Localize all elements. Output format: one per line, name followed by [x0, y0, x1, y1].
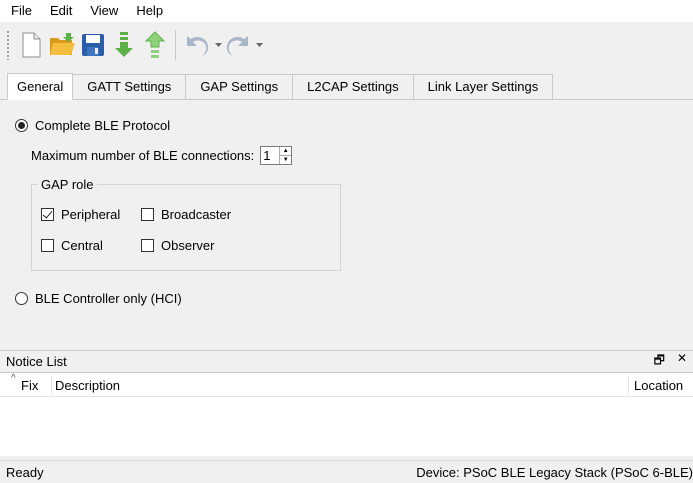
tab-gap-settings[interactable]: GAP Settings [185, 74, 294, 99]
menu-bar: File Edit View Help [0, 0, 693, 22]
status-bar: Ready Device: PSoC BLE Legacy Stack (PSo… [0, 460, 693, 483]
spin-up-icon[interactable]: ▲ [280, 147, 291, 155]
column-fix[interactable]: Fix [21, 378, 38, 393]
close-icon[interactable]: ✕ [677, 351, 687, 372]
device-label: Device: PSoC BLE Legacy Stack (PSoC 6-BL… [416, 464, 693, 480]
undo-dropdown-icon[interactable] [213, 28, 223, 62]
column-divider[interactable] [51, 376, 52, 394]
controller-only-radio[interactable] [15, 292, 28, 305]
column-divider[interactable] [628, 376, 629, 394]
toolbar [0, 22, 693, 68]
menu-help[interactable]: Help [127, 0, 172, 22]
central-checkbox[interactable] [41, 239, 54, 252]
undo-icon[interactable] [182, 28, 212, 62]
column-description[interactable]: Description [55, 378, 120, 393]
observer-label: Observer [161, 238, 215, 253]
role-observer[interactable]: Observer [141, 238, 214, 253]
menu-view[interactable]: View [81, 0, 127, 22]
notice-list-columns: ^ Fix Description Location [0, 373, 693, 397]
gap-role-group: GAP role Peripheral Broadcaster Central … [31, 177, 341, 271]
export-icon[interactable] [140, 28, 170, 62]
notice-list-title: Notice List [6, 354, 67, 369]
notice-list-panel: Notice List 🗗 ✕ ^ Fix Description Locati… [0, 350, 693, 456]
float-window-icon[interactable]: 🗗 [654, 351, 665, 372]
max-connections-row: Maximum number of BLE connections: 1 ▲ ▼ [31, 146, 293, 165]
general-panel: Complete BLE Protocol Maximum number of … [7, 100, 693, 337]
complete-protocol-label: Complete BLE Protocol [35, 118, 171, 133]
settings-tabs: General GATT Settings GAP Settings L2CAP… [0, 73, 693, 100]
peripheral-checkbox[interactable] [41, 208, 54, 221]
menu-file[interactable]: File [4, 0, 41, 22]
gap-role-title: GAP role [38, 177, 97, 192]
column-location[interactable]: Location [634, 378, 683, 393]
save-icon[interactable] [78, 28, 108, 62]
import-icon[interactable] [109, 28, 139, 62]
sort-caret-icon: ^ [11, 373, 16, 384]
complete-protocol-option[interactable]: Complete BLE Protocol [15, 118, 170, 133]
tab-l2cap-settings[interactable]: L2CAP Settings [292, 74, 414, 99]
redo-icon[interactable] [223, 28, 253, 62]
tab-gatt-settings[interactable]: GATT Settings [72, 74, 187, 99]
complete-protocol-radio[interactable] [15, 119, 28, 132]
role-peripheral[interactable]: Peripheral [41, 207, 120, 222]
max-connections-value[interactable]: 1 [261, 147, 279, 164]
max-connections-spinbox[interactable]: 1 ▲ ▼ [260, 146, 293, 165]
broadcaster-label: Broadcaster [161, 207, 232, 222]
tab-link-layer-settings[interactable]: Link Layer Settings [412, 74, 554, 99]
max-connections-label: Maximum number of BLE connections: [31, 148, 255, 163]
toolbar-grip[interactable] [6, 30, 10, 60]
open-folder-icon[interactable] [47, 28, 77, 62]
observer-checkbox[interactable] [141, 239, 154, 252]
tab-general[interactable]: General [7, 73, 74, 100]
toolbar-separator [175, 30, 176, 60]
new-file-icon[interactable] [16, 28, 46, 62]
status-text: Ready [6, 464, 44, 480]
role-broadcaster[interactable]: Broadcaster [141, 207, 231, 222]
spin-down-icon[interactable]: ▼ [280, 155, 292, 164]
redo-dropdown-icon[interactable] [254, 28, 264, 62]
broadcaster-checkbox[interactable] [141, 208, 154, 221]
peripheral-label: Peripheral [61, 207, 121, 222]
role-central[interactable]: Central [41, 238, 103, 253]
central-label: Central [61, 238, 103, 253]
controller-only-label: BLE Controller only (HCI) [35, 291, 182, 306]
menu-edit[interactable]: Edit [41, 0, 81, 22]
controller-only-option[interactable]: BLE Controller only (HCI) [15, 291, 182, 306]
notice-list-header: Notice List 🗗 ✕ [0, 351, 693, 373]
